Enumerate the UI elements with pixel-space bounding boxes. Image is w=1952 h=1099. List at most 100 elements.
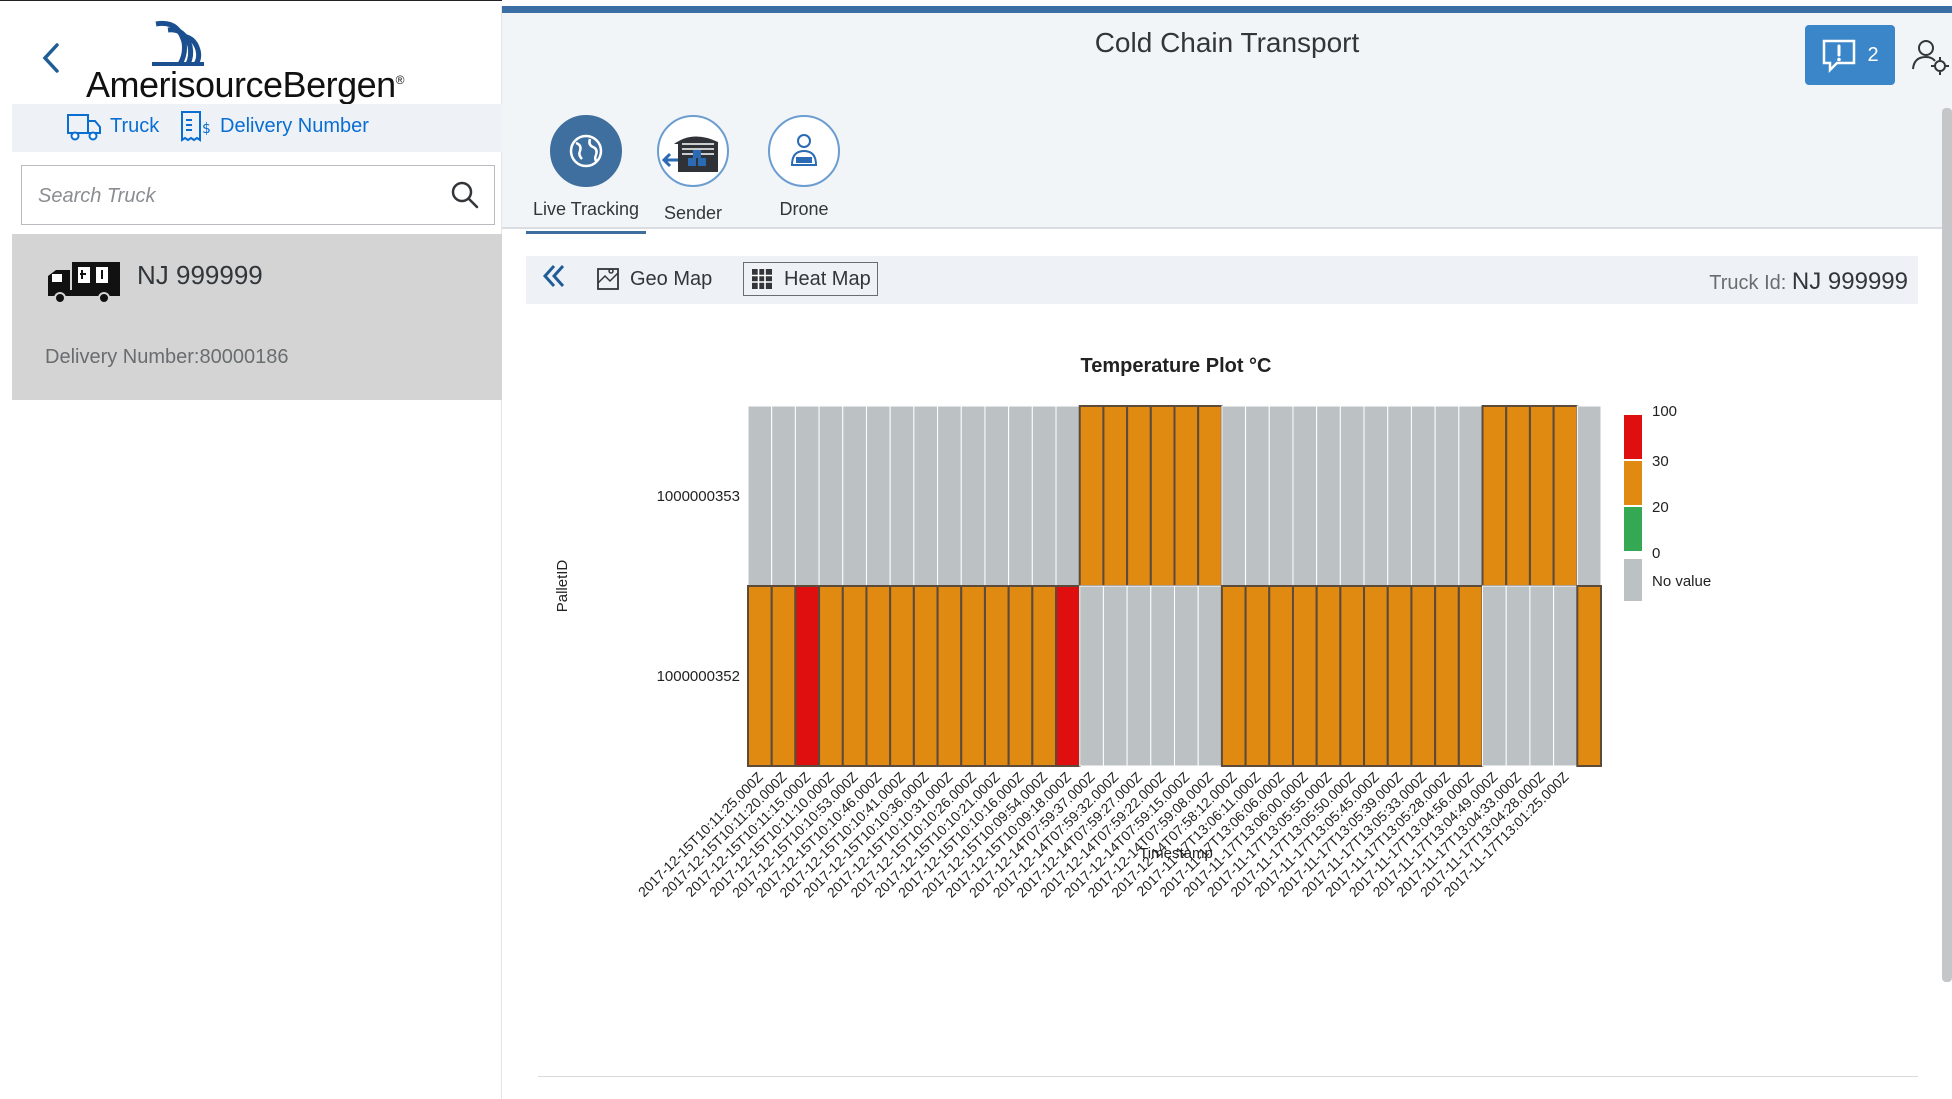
heatmap-cell bbox=[1386, 585, 1413, 767]
truck-icon bbox=[48, 262, 120, 304]
tab-delivery-number-label: Delivery Number bbox=[220, 114, 369, 137]
back-button[interactable] bbox=[34, 40, 68, 84]
legend-color-band bbox=[1624, 507, 1642, 551]
heatmap-cell bbox=[1363, 405, 1389, 587]
heatmap-cell bbox=[1291, 585, 1318, 767]
heatmap-cell bbox=[1173, 405, 1200, 587]
heatmap-cell bbox=[1387, 405, 1412, 587]
heat-map-label: Heat Map bbox=[784, 267, 871, 290]
heatmap-cell bbox=[1481, 405, 1508, 587]
heatmap-cell bbox=[1339, 405, 1365, 587]
heatmap-cell bbox=[747, 405, 773, 587]
icon-tab-bar: Live Tracking Sender Drone bbox=[502, 105, 1952, 234]
bottom-divider bbox=[538, 1076, 1918, 1077]
master-tab-bar: Truck $ Delivery Number bbox=[12, 104, 502, 152]
search-field[interactable] bbox=[21, 165, 495, 226]
master-panel: AmerisourceBergen® Truck $ Delivery Numb… bbox=[0, 6, 502, 1099]
geo-map-label: Geo Map bbox=[630, 267, 713, 290]
truck-id-label: Truck Id: bbox=[1709, 272, 1787, 294]
heatmap-cell bbox=[1552, 405, 1579, 587]
tab-delivery-number[interactable]: $ Delivery Number bbox=[176, 108, 369, 144]
operator-icon bbox=[790, 134, 818, 166]
legend-color-band bbox=[1624, 415, 1642, 459]
legend-no-value-swatch bbox=[1624, 559, 1642, 601]
heatmap-cell bbox=[1316, 405, 1341, 587]
heatmap-cell bbox=[937, 405, 962, 587]
heatmap-cell bbox=[1245, 405, 1270, 587]
heatmap-cell bbox=[1434, 405, 1460, 587]
legend-tick-label: 0 bbox=[1652, 545, 1660, 562]
tab-drone[interactable]: Drone bbox=[744, 115, 864, 220]
heatmap-cell bbox=[1149, 405, 1176, 587]
tab-drone-circle bbox=[768, 115, 840, 187]
user-settings-icon[interactable] bbox=[1910, 35, 1950, 75]
message-alert-icon bbox=[1823, 39, 1856, 73]
heatmap-cell bbox=[1410, 405, 1436, 587]
tab-live-tracking-label: Live Tracking bbox=[532, 199, 640, 219]
tab-truck[interactable]: Truck bbox=[66, 108, 159, 144]
heatmap-cell bbox=[1363, 585, 1389, 767]
header-accent-bar bbox=[502, 6, 1952, 13]
collapse-button[interactable] bbox=[536, 262, 572, 298]
heatmap-cell bbox=[1007, 585, 1034, 767]
heatmap-cell bbox=[1220, 585, 1247, 767]
heatmap-cell bbox=[1505, 405, 1531, 587]
warehouse-icon bbox=[662, 136, 718, 172]
heatmap-cell bbox=[984, 405, 1010, 587]
heatmap-cell bbox=[1174, 585, 1199, 767]
tab-drone-label: Drone bbox=[779, 199, 829, 219]
heatmap-cell bbox=[1102, 585, 1128, 767]
heatmap-cell bbox=[770, 585, 797, 767]
page-header: Cold Chain Transport 2 bbox=[502, 13, 1952, 106]
notifications-button[interactable]: 2 bbox=[1805, 25, 1895, 85]
legend-tick-label: 30 bbox=[1652, 453, 1669, 470]
invoice-icon: $ bbox=[181, 111, 211, 142]
selected-tab-indicator bbox=[526, 231, 646, 234]
tab-live-tracking[interactable]: Live Tracking bbox=[526, 115, 646, 234]
truck-icon bbox=[67, 114, 101, 141]
vertical-scrollbar[interactable] bbox=[1942, 108, 1952, 982]
logo-mark-icon bbox=[152, 20, 204, 66]
heatmap-cell bbox=[1553, 585, 1578, 767]
chart-title: Temperature Plot °C bbox=[1081, 355, 1272, 377]
heatmap-cell bbox=[1197, 585, 1223, 767]
list-item[interactable]: NJ 999999 Delivery Number:80000186 bbox=[12, 234, 502, 400]
heatmap-cell bbox=[1576, 405, 1602, 587]
heatmap-cell bbox=[983, 585, 1010, 767]
search-input[interactable] bbox=[36, 166, 440, 226]
heatmap-cell bbox=[1055, 585, 1081, 767]
list-item-title: NJ 999999 bbox=[137, 260, 263, 290]
heatmap-cell bbox=[1529, 585, 1555, 767]
heatmap-cell bbox=[1150, 585, 1175, 767]
heat-map-button[interactable]: Heat Map bbox=[743, 262, 878, 296]
search-icon[interactable] bbox=[450, 180, 480, 210]
heatmap-cell bbox=[1008, 405, 1033, 587]
heatmap-cell bbox=[1528, 405, 1555, 587]
list-item-description: Delivery Number:80000186 bbox=[45, 346, 289, 368]
y-tick-label: 1000000352 bbox=[657, 668, 740, 685]
heatmap-cell bbox=[1339, 585, 1366, 767]
heatmap-cell bbox=[960, 405, 986, 587]
heatmap-cell bbox=[818, 585, 844, 767]
truck-id: Truck Id: NJ 999999 bbox=[1709, 268, 1908, 296]
heatmap-cell bbox=[1031, 585, 1058, 767]
heatmap-cell bbox=[1126, 405, 1152, 587]
company-logo: AmerisourceBergen® bbox=[86, 20, 426, 106]
heatmap-cell bbox=[818, 405, 844, 587]
heatmap-cell bbox=[936, 585, 963, 767]
heatmap-cell bbox=[771, 405, 796, 587]
heatmap-cell bbox=[1576, 585, 1602, 767]
heatmap-cell bbox=[1410, 585, 1437, 767]
heatmap-cell bbox=[912, 585, 939, 767]
legend-tick-label: 100 bbox=[1652, 403, 1677, 420]
tab-sender[interactable]: Sender bbox=[633, 115, 753, 224]
heatmap-cell bbox=[1244, 585, 1271, 767]
svg-text:$: $ bbox=[202, 121, 211, 137]
heatmap-cell bbox=[1482, 585, 1507, 767]
heatmap-cell bbox=[1434, 585, 1460, 767]
geo-map-button[interactable]: Geo Map bbox=[590, 262, 718, 296]
heatmap-cell bbox=[1079, 585, 1104, 767]
heatmap-cell bbox=[889, 405, 915, 587]
map-icon bbox=[597, 268, 619, 290]
heatmap-cell bbox=[794, 585, 821, 767]
